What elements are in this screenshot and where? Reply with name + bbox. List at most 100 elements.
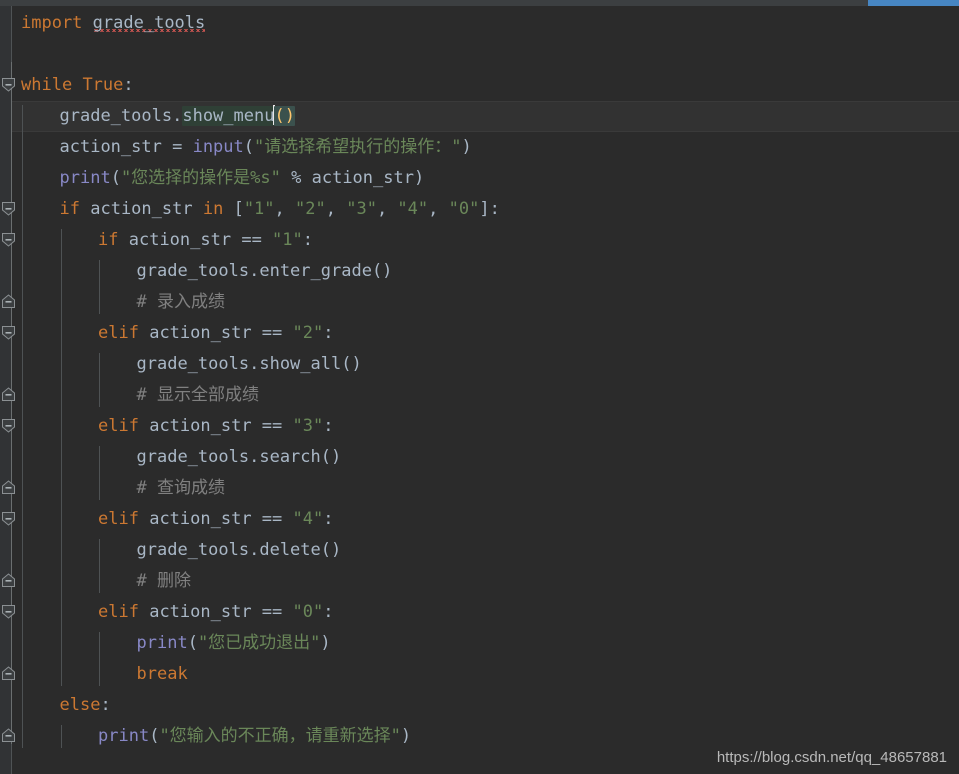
code-token: = (161, 137, 193, 157)
code-line[interactable]: print("您已成功退出") (137, 628, 331, 659)
code-token: ) (320, 633, 331, 653)
code-token: ) (461, 137, 472, 157)
code-line[interactable]: # 录入成绩 (137, 287, 225, 318)
code-token: % (280, 168, 312, 188)
code-token: . (249, 354, 260, 374)
code-token: ( (243, 137, 255, 157)
code-line[interactable]: elif action_str == "3": (98, 411, 333, 442)
code-line[interactable]: grade_tools.show_all() (137, 349, 362, 380)
code-editor[interactable]: import grade_tools while True: grade_tools… (0, 0, 959, 774)
code-token: # 显示全部成绩 (136, 385, 259, 405)
code-line[interactable]: # 查询成绩 (137, 473, 225, 504)
code-line[interactable]: grade_tools.show_menu() (60, 101, 295, 132)
code-token: ) (400, 726, 412, 746)
code-token: : (100, 695, 111, 715)
code-token: ]: (479, 199, 500, 219)
code-line[interactable]: # 删除 (137, 566, 191, 597)
indent-guide (22, 105, 23, 748)
code-token: () (341, 354, 362, 374)
indent-guide (99, 446, 100, 500)
indent-guide (60, 725, 62, 748)
code-token: "1" (272, 230, 303, 250)
code-token: : (323, 416, 334, 436)
code-token: == (251, 602, 293, 622)
code-token: : (323, 509, 334, 529)
code-token: action_str (128, 230, 232, 250)
code-token: action_str (311, 168, 414, 188)
code-line[interactable]: break (137, 659, 188, 690)
code-token: == (251, 416, 293, 436)
code-token: search (259, 447, 321, 467)
code-token: () (371, 261, 393, 281)
code-token: elif (98, 602, 139, 622)
code-token: "您选择的操作是%s" (120, 168, 281, 188)
code-token: grade_tools (92, 13, 206, 33)
code-token: # 查询成绩 (136, 478, 225, 498)
watermark-url: https://blog.csdn.net/qq_48657881 (716, 749, 947, 766)
code-line[interactable]: elif action_str == "0": (98, 597, 333, 628)
code-line[interactable]: if action_str == "1": (98, 225, 313, 256)
code-token: . (249, 447, 260, 467)
code-surface[interactable]: import grade_tools while True: grade_tools… (12, 6, 959, 774)
code-token: == (231, 230, 273, 250)
code-line[interactable]: elif action_str == "4": (98, 504, 333, 535)
code-token: "4" (292, 509, 324, 529)
code-line[interactable]: if action_str in ["1", "2", "3", "4", "0… (60, 194, 500, 225)
code-token: show_all (259, 354, 342, 374)
code-line[interactable]: grade_tools.enter_grade() (137, 256, 393, 287)
code-token: grade_tools (59, 106, 173, 126)
code-token: # 录入成绩 (136, 292, 225, 312)
code-line[interactable]: grade_tools.delete() (137, 535, 342, 566)
code-token: "2" (295, 199, 326, 219)
code-line[interactable]: import grade_tools (21, 8, 206, 39)
code-token: action_str (90, 199, 193, 219)
code-token: if (98, 230, 119, 250)
code-token: show_menu (182, 106, 275, 126)
code-token: print (136, 633, 188, 653)
indent-guide (60, 229, 62, 686)
code-token: input (192, 137, 244, 157)
code-token: [ (223, 199, 244, 219)
code-line[interactable]: elif action_str == "2": (98, 318, 333, 349)
code-line[interactable]: while True: (21, 70, 134, 101)
code-token: , (376, 199, 398, 219)
code-token: "0" (292, 602, 324, 622)
code-token: ) (413, 168, 425, 188)
code-line[interactable]: else: (60, 690, 111, 721)
code-token: == (251, 509, 293, 529)
code-token: "您输入的不正确，请重新选择" (159, 726, 401, 746)
code-token: elif (98, 416, 139, 436)
code-token: "1" (243, 199, 275, 219)
code-line[interactable]: print("您选择的操作是%s" % action_str) (60, 163, 425, 194)
code-line[interactable]: # 显示全部成绩 (137, 380, 259, 411)
code-token: () (274, 106, 295, 126)
indent-guide (99, 353, 100, 407)
code-token: == (251, 323, 293, 343)
code-token: , (428, 199, 449, 219)
code-token: action_str (149, 509, 252, 529)
code-token: grade_tools (136, 354, 250, 374)
code-token: print (59, 168, 111, 188)
code-line[interactable]: action_str = input("请选择希望执行的操作：") (60, 132, 472, 163)
code-line[interactable]: print("您输入的不正确，请重新选择") (98, 721, 411, 752)
code-token: . (249, 261, 260, 281)
code-token: . (249, 540, 260, 560)
code-token: grade_tools (136, 447, 250, 467)
code-token: elif (98, 323, 139, 343)
code-token: # 删除 (136, 571, 191, 591)
code-token: print (98, 726, 150, 746)
code-token: True (82, 75, 124, 95)
code-token: action_str (59, 137, 162, 157)
code-token: action_str (149, 323, 252, 343)
code-token: "3" (346, 199, 377, 219)
indent-guide (99, 632, 100, 686)
code-line[interactable]: grade_tools.search() (137, 442, 342, 473)
indent-guide (99, 539, 100, 593)
code-token: () (320, 540, 342, 560)
